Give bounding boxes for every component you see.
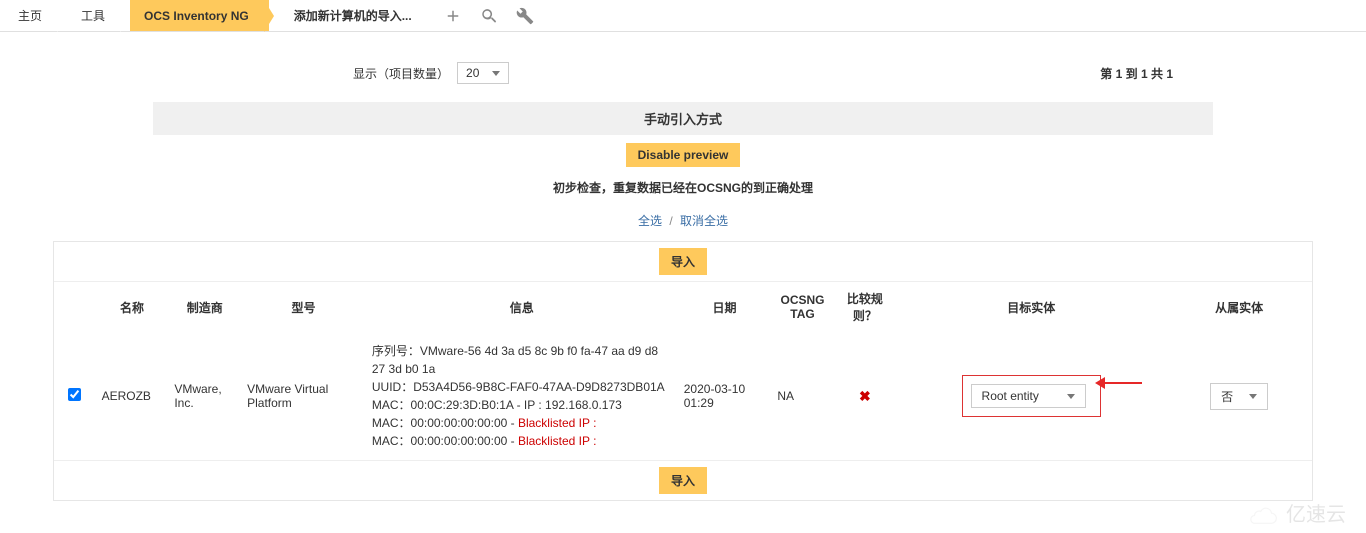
import-action-top: 导入 bbox=[54, 242, 1312, 282]
col-name: 名称 bbox=[96, 282, 169, 332]
search-icon[interactable] bbox=[480, 7, 498, 25]
cell-name: AEROZB bbox=[96, 332, 169, 460]
col-manufacturer: 制造商 bbox=[168, 282, 241, 332]
chevron-down-icon bbox=[1067, 394, 1075, 399]
main-content: 显示（项目数量） 20 第 1 到 1 共 1 手动引入方式 Disable p… bbox=[33, 32, 1333, 515]
cell-date: 2020-03-10 01:29 bbox=[678, 332, 772, 460]
cell-model: VMware Virtual Platform bbox=[241, 332, 366, 460]
chevron-right-icon bbox=[57, 0, 67, 32]
cell-manufacturer: VMware, Inc. bbox=[168, 332, 241, 460]
sub-entity-select[interactable]: 否 bbox=[1210, 383, 1268, 410]
chevron-down-icon bbox=[492, 71, 500, 76]
import-button-bottom[interactable]: 导入 bbox=[659, 467, 707, 494]
cell-sub-entity: 否 bbox=[1166, 332, 1312, 460]
chevron-down-icon bbox=[1249, 394, 1257, 399]
col-target-entity: 目标实体 bbox=[896, 282, 1166, 332]
import-button-top[interactable]: 导入 bbox=[659, 248, 707, 275]
display-count-control: 显示（项目数量） 20 bbox=[353, 62, 509, 84]
import-table-wrap: 导入 名称 制造商 型号 信息 日期 OCSNG TAG 比较规则？ 目标实体 … bbox=[53, 241, 1313, 501]
breadcrumb-ocs-inventory[interactable]: OCS Inventory NG bbox=[130, 0, 269, 31]
select-all-link[interactable]: 全选 bbox=[638, 214, 662, 228]
col-model: 型号 bbox=[241, 282, 366, 332]
col-info: 信息 bbox=[366, 282, 678, 332]
table-header-row: 名称 制造商 型号 信息 日期 OCSNG TAG 比较规则？ 目标实体 从属实… bbox=[54, 282, 1312, 332]
target-entity-highlight: Root entity bbox=[962, 375, 1101, 417]
col-compare-rule: 比较规则？ bbox=[834, 282, 896, 332]
manual-import-header: 手动引入方式 bbox=[153, 102, 1213, 135]
deselect-all-link[interactable]: 取消全选 bbox=[680, 214, 728, 228]
top-controls: 显示（项目数量） 20 第 1 到 1 共 1 bbox=[53, 42, 1313, 98]
plus-icon[interactable] bbox=[444, 7, 462, 25]
breadcrumb-home[interactable]: 主页 bbox=[8, 0, 62, 31]
select-links: 全选 / 取消全选 bbox=[53, 204, 1313, 237]
col-date: 日期 bbox=[678, 282, 772, 332]
breadcrumb-actions bbox=[444, 7, 534, 25]
annotation-arrow-left bbox=[1104, 382, 1142, 384]
display-count-select[interactable]: 20 bbox=[457, 62, 509, 84]
x-circle-icon: ✖ bbox=[859, 388, 871, 405]
blacklisted-ip-label: Blacklisted IP : bbox=[518, 416, 596, 430]
target-entity-select[interactable]: Root entity bbox=[971, 384, 1086, 408]
table-row: AEROZB VMware, Inc. VMware Virtual Platf… bbox=[54, 332, 1312, 460]
wrench-icon[interactable] bbox=[516, 7, 534, 25]
import-table: 名称 制造商 型号 信息 日期 OCSNG TAG 比较规则？ 目标实体 从属实… bbox=[54, 282, 1312, 460]
col-ocsng-tag: OCSNG TAG bbox=[771, 282, 833, 332]
breadcrumb-import-page[interactable]: 添加新计算机的导入... bbox=[274, 0, 432, 31]
display-label: 显示（项目数量） bbox=[353, 65, 449, 82]
cell-compare-rule: ✖ bbox=[834, 332, 896, 460]
row-checkbox[interactable] bbox=[68, 388, 81, 401]
disable-preview-button[interactable]: Disable preview bbox=[626, 143, 741, 167]
breadcrumb-tools[interactable]: 工具 bbox=[67, 0, 125, 31]
col-sub-entity: 从属实体 bbox=[1166, 282, 1312, 332]
disable-preview-row: Disable preview bbox=[53, 139, 1313, 171]
blacklisted-ip-label: Blacklisted IP : bbox=[518, 434, 596, 448]
cloud-icon bbox=[1246, 506, 1280, 526]
cell-target-entity: Root entity bbox=[896, 332, 1166, 460]
breadcrumb: 主页 工具 OCS Inventory NG 添加新计算机的导入... bbox=[0, 0, 1366, 32]
pager-info: 第 1 到 1 共 1 bbox=[1100, 65, 1173, 82]
cell-info: 序列号：VMware-56 4d 3a d5 8c 9b f0 fa-47 aa… bbox=[366, 332, 678, 460]
check-note: 初步检查，重复数据已经在OCSNG的到正确处理 bbox=[53, 171, 1313, 204]
watermark: 亿速云 bbox=[1246, 498, 1346, 527]
import-action-bottom: 导入 bbox=[54, 460, 1312, 500]
cell-ocsng-tag: NA bbox=[771, 332, 833, 460]
chevron-right-icon bbox=[120, 0, 130, 32]
chevron-right-icon bbox=[264, 0, 274, 32]
